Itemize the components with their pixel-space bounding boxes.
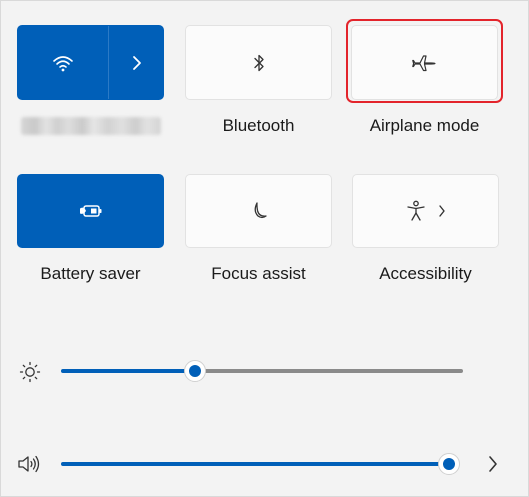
bluetooth-icon <box>253 54 264 71</box>
wifi-network-name-redacted <box>21 117 161 135</box>
airplane-mode-highlight-box <box>346 19 503 103</box>
chevron-right-icon <box>438 205 445 217</box>
brightness-track-remaining <box>195 369 463 373</box>
chevron-right-icon <box>133 55 141 70</box>
wifi-expand-button[interactable] <box>109 26 165 99</box>
wifi-tile <box>17 25 164 100</box>
accessibility-icon <box>406 200 425 221</box>
battery-saver-icon <box>79 205 101 217</box>
wifi-toggle-button[interactable] <box>18 26 108 99</box>
brightness-track-filled <box>61 369 195 373</box>
focus-assist-tile[interactable] <box>185 174 332 248</box>
battery-saver-label: Battery saver <box>40 264 141 283</box>
speaker-icon <box>18 455 40 473</box>
quick-settings-panel: Bluetooth Airplane mode Battery saver Fo… <box>0 0 529 497</box>
focus-assist-label: Focus assist <box>211 264 306 283</box>
volume-slider-thumb[interactable] <box>438 453 460 475</box>
accessibility-tile[interactable] <box>352 174 499 248</box>
moon-icon <box>254 202 267 219</box>
brightness-slider-thumb[interactable] <box>184 360 206 382</box>
sun-icon <box>19 361 41 383</box>
wifi-icon <box>53 55 73 71</box>
airplane-mode-label: Airplane mode <box>369 116 480 135</box>
bluetooth-label: Bluetooth <box>222 116 295 135</box>
battery-saver-tile[interactable] <box>17 174 164 248</box>
volume-track-filled <box>61 462 449 466</box>
chevron-right-icon[interactable] <box>488 455 498 473</box>
bluetooth-tile[interactable] <box>185 25 332 100</box>
accessibility-label: Accessibility <box>379 264 472 283</box>
